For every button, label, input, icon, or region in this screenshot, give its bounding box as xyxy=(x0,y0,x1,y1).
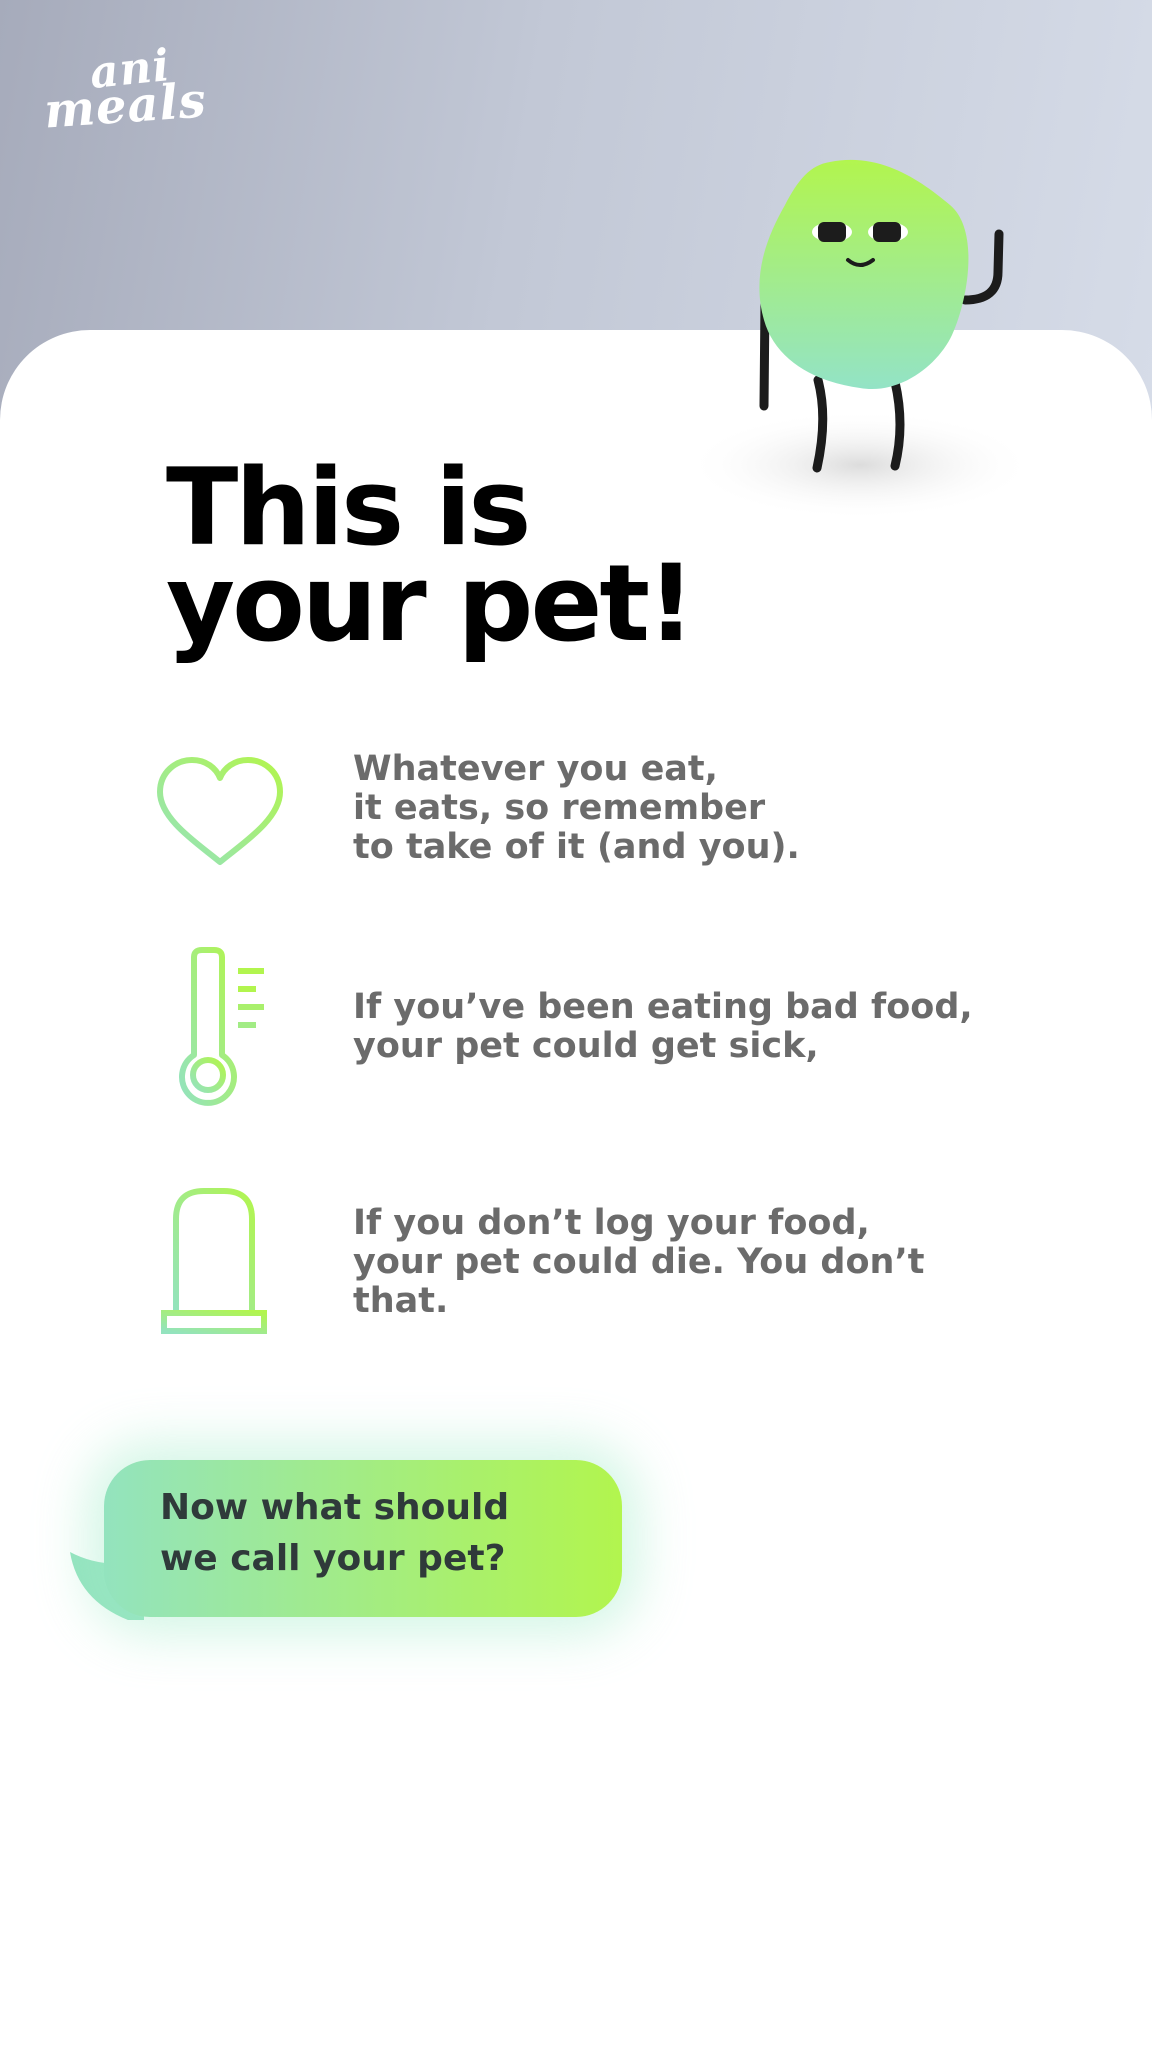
page-title: This is your pet! xyxy=(166,455,866,657)
feature-item-care: Whatever you eat, it eats, so remember t… xyxy=(140,750,1040,920)
mascot-body xyxy=(759,159,969,390)
mascot-eye-left xyxy=(818,222,846,242)
page-title-text: This is your pet! xyxy=(166,446,695,665)
pet-name-prompt: Now what should we call your pet? xyxy=(64,1460,634,1635)
feature-item-sick: If you’ve been eating bad food, your pet… xyxy=(140,945,1040,1115)
feature-text-die: If you don’t log your food, your pet cou… xyxy=(353,1203,925,1321)
mascot-leg-right xyxy=(890,377,905,471)
speech-bubble: Now what should we call your pet? xyxy=(104,1460,622,1617)
feature-text-sick: If you’ve been eating bad food, your pet… xyxy=(353,987,973,1066)
feature-text-care: Whatever you eat, it eats, so remember t… xyxy=(353,749,800,867)
logo-line-2: meals xyxy=(42,72,209,140)
speech-bubble-text: Now what should we call your pet? xyxy=(160,1487,510,1579)
mascot-arm-right xyxy=(960,229,1004,305)
mascot-eye-right xyxy=(873,222,901,242)
heart-icon xyxy=(157,757,283,865)
feature-item-die: If you don’t log your food, your pet cou… xyxy=(140,1185,1040,1355)
thermometer-icon xyxy=(179,947,264,1106)
animeals-logo: ani meals xyxy=(42,40,234,140)
gravestone-icon xyxy=(149,1188,279,1340)
